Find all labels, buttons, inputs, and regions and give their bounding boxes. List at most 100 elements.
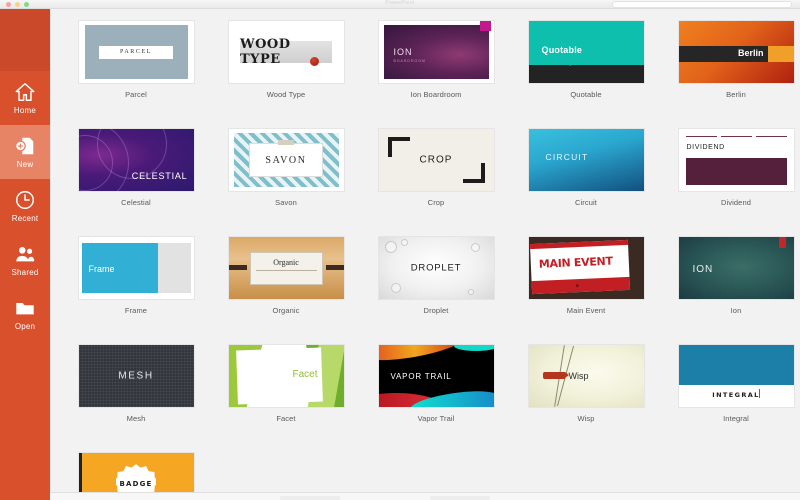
thumbnail-title: DIVIDEND — [686, 144, 725, 151]
decorative-rules — [685, 136, 787, 137]
template-name: Circuit — [575, 198, 597, 207]
home-icon — [14, 81, 36, 103]
decorative-dot — [309, 57, 319, 66]
template-thumbnail[interactable]: SAVON — [228, 129, 344, 191]
template-card-celestial[interactable]: CELESTIAL Celestial — [61, 129, 211, 237]
template-card-dividend[interactable]: DIVIDEND Dividend — [661, 129, 800, 237]
template-name: Frame — [124, 306, 148, 315]
template-thumbnail[interactable]: WOOD TYPE — [228, 21, 344, 83]
decorative-bubble — [390, 283, 401, 293]
template-name: Vapor Trail — [417, 414, 455, 423]
template-card-ion-boardroom[interactable]: ION BOARDROOM Ion Boardroom — [361, 21, 511, 129]
template-thumbnail[interactable]: Facet — [228, 345, 344, 407]
template-card-circuit[interactable]: CIRCUIT Circuit — [511, 129, 661, 237]
decorative-triangle — [564, 61, 575, 66]
template-thumbnail[interactable]: DROPLET — [378, 237, 494, 299]
template-name: Berlin — [726, 90, 746, 99]
minimize-icon[interactable] — [15, 2, 20, 7]
template-name: Parcel — [125, 90, 147, 99]
template-thumbnail[interactable]: CIRCUIT — [528, 129, 644, 191]
decorative-square — [479, 21, 491, 31]
template-thumbnail[interactable]: MESH — [78, 345, 194, 407]
sidebar-item-open[interactable]: Open — [0, 287, 50, 341]
template-name: Celestial — [121, 198, 151, 207]
thumbnail-title: CIRCUIT — [545, 152, 589, 162]
status-chip — [280, 496, 340, 500]
decorative-tab — [778, 237, 786, 248]
decorative-block — [685, 158, 787, 185]
decorative-tab — [278, 140, 294, 145]
thumbnail-title: Berlin — [737, 48, 764, 58]
template-thumbnail[interactable]: PARCEL — [78, 21, 194, 83]
search-input[interactable] — [612, 1, 792, 8]
thumbnail-title: INTEGRAL — [712, 391, 760, 399]
status-chip — [430, 496, 490, 500]
template-name: Crop — [427, 198, 445, 207]
decorative-accent — [767, 46, 794, 62]
template-thumbnail[interactable]: Organic — [228, 237, 344, 299]
template-card-berlin[interactable]: Berlin Berlin — [661, 21, 800, 129]
template-card-savon[interactable]: SAVON Savon — [211, 129, 361, 237]
template-name: Quotable — [570, 90, 602, 99]
decorative-bar — [531, 276, 630, 295]
thumbnail-title: Organic — [273, 257, 299, 267]
template-thumbnail[interactable]: INTEGRAL — [678, 345, 794, 407]
thumbnail-title: DROPLET — [410, 262, 462, 274]
template-thumbnail[interactable]: CELESTIAL — [78, 129, 194, 191]
template-card-crop[interactable]: CROP Crop — [361, 129, 511, 237]
template-thumbnail[interactable]: CROP — [378, 129, 494, 191]
close-icon[interactable] — [6, 2, 11, 7]
clock-icon — [14, 189, 36, 211]
status-bar — [50, 492, 800, 500]
template-card-ion[interactable]: ION Ion — [661, 237, 800, 345]
template-card-facet[interactable]: Facet Facet — [211, 345, 361, 453]
decorative-tag — [542, 372, 569, 379]
sidebar-item-label: Home — [13, 106, 37, 115]
decorative-bubble — [467, 289, 474, 295]
template-name: Wood Type — [266, 90, 306, 99]
sidebar: Home New Recent Shared Open — [0, 9, 50, 500]
window-controls[interactable] — [6, 2, 29, 7]
decorative-bubble — [384, 241, 397, 253]
decorative-bar — [529, 239, 628, 250]
maximize-icon[interactable] — [24, 2, 29, 7]
template-thumbnail[interactable]: MAIN EVENT — [528, 237, 644, 299]
thumbnail-title: SAVON — [265, 154, 307, 166]
template-card-main-event[interactable]: MAIN EVENT Main Event — [511, 237, 661, 345]
template-thumbnail[interactable]: DIVIDEND — [678, 129, 794, 191]
template-card-wisp[interactable]: Wisp Wisp — [511, 345, 661, 453]
template-thumbnail[interactable]: ION BOARDROOM — [378, 21, 494, 83]
template-card-parcel[interactable]: PARCEL Parcel — [61, 21, 211, 129]
template-card-integral[interactable]: INTEGRAL Integral — [661, 345, 800, 453]
thumbnail-title: Wisp — [568, 371, 589, 381]
thumbnail-title: MAIN EVENT — [538, 254, 613, 271]
sidebar-item-shared[interactable]: Shared — [0, 233, 50, 287]
template-thumbnail[interactable]: ION — [678, 237, 794, 299]
template-thumbnail[interactable]: Frame — [78, 237, 194, 299]
template-name: Integral — [723, 414, 749, 423]
template-thumbnail[interactable]: VAPOR TRAIL — [378, 345, 494, 407]
template-card-wood-type[interactable]: WOOD TYPE Wood Type — [211, 21, 361, 129]
decorative-bar — [528, 65, 644, 83]
sidebar-item-label: Shared — [11, 268, 39, 277]
template-card-droplet[interactable]: DROPLET Droplet — [361, 237, 511, 345]
template-grid: PARCEL Parcel WOOD TYPE Wood Type ION BO… — [51, 9, 800, 500]
template-name: Mesh — [126, 414, 146, 423]
new-document-icon — [14, 135, 36, 157]
template-name: Ion Boardroom — [410, 90, 462, 99]
template-name: Droplet — [423, 306, 449, 315]
template-card-mesh[interactable]: MESH Mesh — [61, 345, 211, 453]
template-name: Wisp — [577, 414, 595, 423]
decorative-bubble — [400, 239, 408, 246]
decorative-bar — [228, 265, 247, 270]
sidebar-item-new[interactable]: New — [0, 125, 50, 179]
sidebar-item-home[interactable]: Home — [0, 71, 50, 125]
template-card-frame[interactable]: Frame Frame — [61, 237, 211, 345]
template-card-quotable[interactable]: Quotable Quotable — [511, 21, 661, 129]
template-card-organic[interactable]: Organic Organic — [211, 237, 361, 345]
template-thumbnail[interactable]: Berlin — [678, 21, 794, 83]
sidebar-item-recent[interactable]: Recent — [0, 179, 50, 233]
template-card-vapor-trail[interactable]: VAPOR TRAIL Vapor Trail — [361, 345, 511, 453]
template-thumbnail[interactable]: Wisp — [528, 345, 644, 407]
template-thumbnail[interactable]: Quotable — [528, 21, 644, 83]
